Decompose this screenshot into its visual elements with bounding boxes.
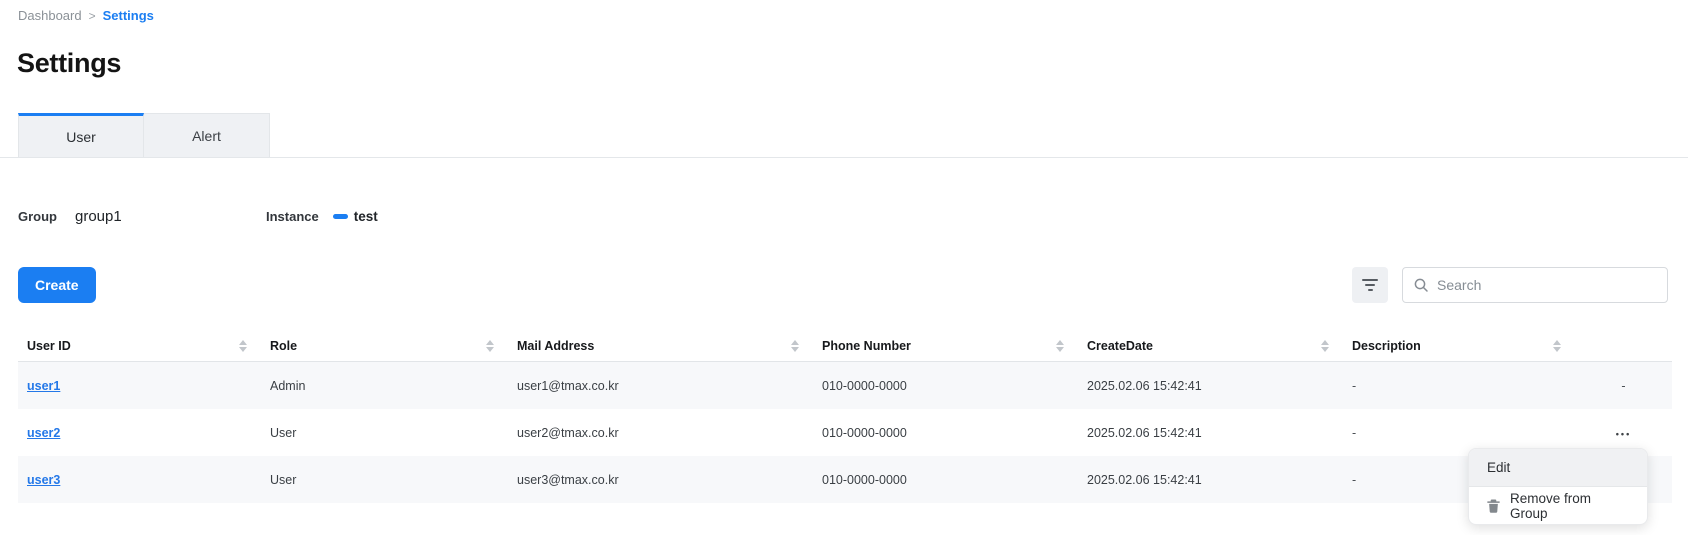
tab-user-label: User xyxy=(66,129,96,145)
filter-info-row: Group group1 Instance test xyxy=(18,205,1018,229)
sort-icon-phone[interactable] xyxy=(1056,340,1064,352)
sort-icon-user-id[interactable] xyxy=(239,340,247,352)
search-box[interactable] xyxy=(1402,267,1668,303)
sort-icon-role[interactable] xyxy=(486,340,494,352)
phone-cell: 010-0000-0000 xyxy=(813,426,1078,440)
filter-lines-icon xyxy=(1362,279,1378,291)
table-row-user1: user1 Admin user1@tmax.co.kr 010-0000-00… xyxy=(18,362,1672,409)
column-header-mail: Mail Address xyxy=(508,330,813,361)
description-cell: - xyxy=(1343,426,1575,440)
tab-alert[interactable]: Alert xyxy=(144,113,270,157)
actions-cell: - xyxy=(1575,379,1672,393)
menu-item-remove-from-group[interactable]: Remove from Group xyxy=(1469,487,1647,524)
page-title: Settings xyxy=(17,48,121,79)
role-cell: User xyxy=(261,426,508,440)
remove-from-group-label: Remove from Group xyxy=(1510,491,1629,521)
createdate-cell: 2025.02.06 15:42:41 xyxy=(1078,379,1343,393)
breadcrumb-separator: > xyxy=(89,9,96,23)
row-actions-ellipsis-icon[interactable]: ••• xyxy=(1616,429,1631,439)
table-header-row: User ID Role Mail Address Phone Number C… xyxy=(18,330,1672,362)
column-header-description: Description xyxy=(1343,330,1575,361)
mail-cell: user1@tmax.co.kr xyxy=(508,379,813,393)
phone-cell: 010-0000-0000 xyxy=(813,473,1078,487)
user-id-link[interactable]: user2 xyxy=(27,426,60,440)
description-cell: - xyxy=(1343,379,1575,393)
tab-alert-label: Alert xyxy=(192,128,221,144)
sort-icon-description[interactable] xyxy=(1553,340,1561,352)
create-button[interactable]: Create xyxy=(18,267,96,303)
sort-icon-createdate[interactable] xyxy=(1321,340,1329,352)
user-table: User ID Role Mail Address Phone Number C… xyxy=(18,330,1672,503)
edit-label: Edit xyxy=(1487,460,1510,475)
breadcrumb-dashboard[interactable]: Dashboard xyxy=(18,8,82,23)
search-icon xyxy=(1413,277,1429,293)
search-input[interactable] xyxy=(1437,277,1657,293)
column-header-phone: Phone Number xyxy=(813,330,1078,361)
table-row-user2: user2 User user2@tmax.co.kr 010-0000-000… xyxy=(18,409,1672,456)
trash-icon xyxy=(1487,499,1500,513)
phone-cell: 010-0000-0000 xyxy=(813,379,1078,393)
instance-value: test xyxy=(354,209,378,224)
user-id-link[interactable]: user1 xyxy=(27,379,60,393)
table-body: user1 Admin user1@tmax.co.kr 010-0000-00… xyxy=(18,362,1672,503)
column-header-user-id: User ID xyxy=(18,330,261,361)
sort-icon-mail[interactable] xyxy=(791,340,799,352)
mail-cell: user3@tmax.co.kr xyxy=(508,473,813,487)
column-header-actions xyxy=(1575,330,1672,361)
tab-strip: User Alert xyxy=(0,113,1688,158)
breadcrumb-settings[interactable]: Settings xyxy=(103,8,154,23)
createdate-cell: 2025.02.06 15:42:41 xyxy=(1078,426,1343,440)
column-header-createdate: CreateDate xyxy=(1078,330,1343,361)
column-header-role: Role xyxy=(261,330,508,361)
breadcrumb: Dashboard > Settings xyxy=(18,8,154,23)
row-context-menu: Edit Remove from Group xyxy=(1468,448,1648,525)
mail-cell: user2@tmax.co.kr xyxy=(508,426,813,440)
role-cell: Admin xyxy=(261,379,508,393)
role-cell: User xyxy=(261,473,508,487)
user-id-link[interactable]: user3 xyxy=(27,473,60,487)
createdate-cell: 2025.02.06 15:42:41 xyxy=(1078,473,1343,487)
group-label: Group xyxy=(18,209,57,224)
menu-item-edit[interactable]: Edit xyxy=(1469,449,1647,486)
group-value: group1 xyxy=(75,208,122,225)
table-row-user3: user3 User user3@tmax.co.kr 010-0000-000… xyxy=(18,456,1672,503)
instance-label: Instance xyxy=(266,209,319,224)
tab-user[interactable]: User xyxy=(18,113,144,157)
instance-status-icon xyxy=(333,214,348,219)
filter-button[interactable] xyxy=(1352,267,1388,303)
